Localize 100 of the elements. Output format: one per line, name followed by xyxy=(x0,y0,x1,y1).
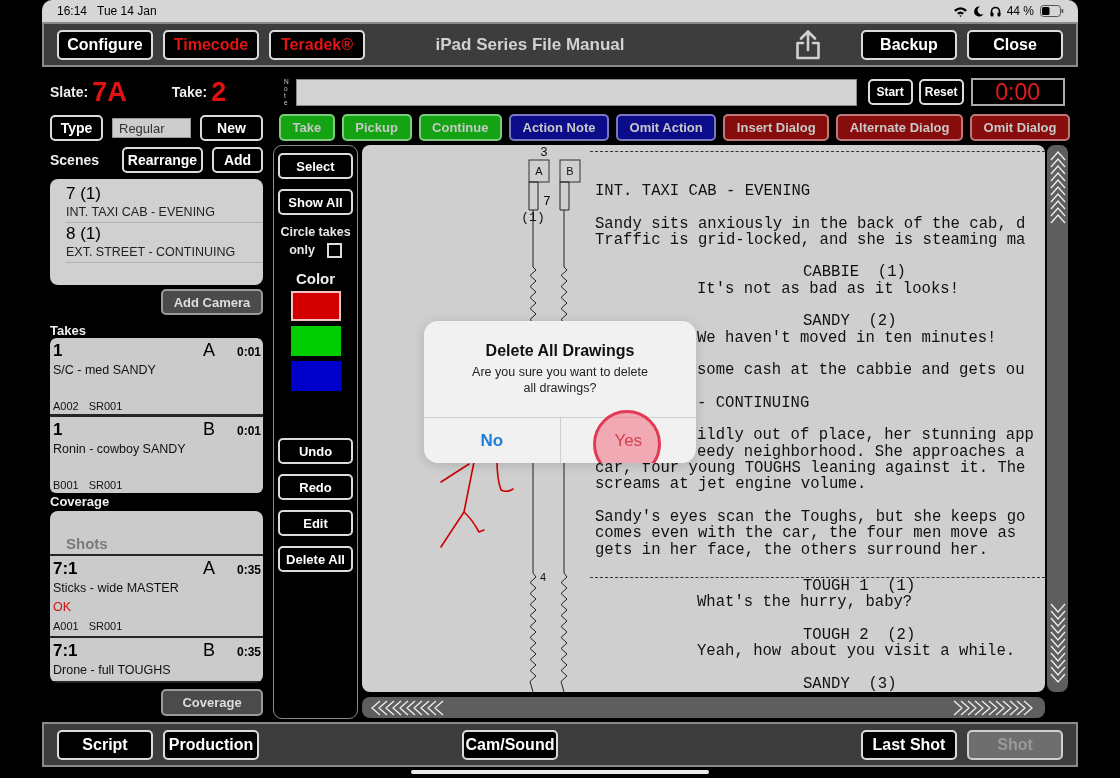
camera-letter: A xyxy=(202,558,215,579)
note-field[interactable] xyxy=(295,78,857,106)
battery-icon xyxy=(1040,5,1064,17)
slate-label: Slate: xyxy=(50,84,89,100)
take-description: S/C - med SANDY xyxy=(53,363,157,377)
script-line: TOUGH 1 (1) xyxy=(803,577,916,595)
circle-takes-label: only xyxy=(289,243,315,257)
no-button[interactable]: No xyxy=(474,430,510,451)
coverage-button[interactable]: Coverage xyxy=(161,689,263,716)
script-line: Sandy's eyes scan the Toughs, but she keeps go xyxy=(595,508,1026,526)
take-item[interactable]: 7:1 A 0:35 Sticks - wide MASTER OK A001 SR001 xyxy=(50,556,263,636)
setup-tag[interactable]: A xyxy=(528,159,550,183)
script-line: eedy neighborhood. She approaches a xyxy=(697,443,1025,461)
shots-header: Shots xyxy=(50,511,263,554)
script-line: SANDY (2) xyxy=(803,313,897,330)
toolbar-button[interactable]: Backup xyxy=(861,29,957,60)
script-line: ildly out of place, her stunning app xyxy=(697,427,1034,444)
take-description: Sticks - wide MASTER xyxy=(53,581,180,595)
start-button[interactable]: Start xyxy=(867,79,913,105)
camera-roll: B001 xyxy=(53,479,79,491)
color-swatch[interactable] xyxy=(290,326,341,356)
take-count-label: (1) xyxy=(522,210,545,225)
camera-roll: A001 xyxy=(53,620,79,632)
script-line: Traffic is grid-locked, and she is steaming ma xyxy=(595,231,1026,249)
type-button[interactable]: Type xyxy=(50,115,103,141)
tool-button[interactable]: Edit xyxy=(278,510,353,536)
script-line: Yeah, how about you visit a while. xyxy=(697,643,1016,660)
script-line: screams at jet engine volume. xyxy=(595,476,867,493)
sound-roll: SR001 xyxy=(88,620,123,632)
take-label: Take: xyxy=(171,84,208,100)
tag-button[interactable]: Omit Action xyxy=(616,114,717,141)
add-button[interactable]: Add xyxy=(212,147,263,173)
moon-icon xyxy=(973,5,984,17)
script-line: - CONTINUING xyxy=(697,394,810,412)
take-item[interactable]: 1 B 0:01 Ronin - cowboy SANDY B001 SR001 xyxy=(50,417,263,493)
sound-roll: SR001 xyxy=(88,479,123,491)
horizontal-scrollbar[interactable] xyxy=(362,697,1045,718)
checkbox[interactable] xyxy=(326,242,342,258)
script-line: Sandy sits anxiously in the back of the cab, d xyxy=(595,215,1026,232)
camera-roll: A002 xyxy=(53,400,79,412)
take-number: 7:1 xyxy=(53,559,78,579)
duration: 0:01 xyxy=(236,424,261,438)
toolbar-button[interactable]: Close xyxy=(967,29,1063,60)
tool-button[interactable]: Delete All xyxy=(278,546,353,572)
bottom-bar-button[interactable]: Cam/Sound xyxy=(462,729,558,760)
take-item[interactable]: 1 A 0:01 S/C - med SANDY A002 SR001 xyxy=(50,338,263,414)
script-line: INT. TAXI CAB - EVENING xyxy=(595,183,811,200)
duration: 0:01 xyxy=(236,345,261,359)
tool-button[interactable]: Select xyxy=(278,153,353,179)
type-field[interactable]: Regular xyxy=(112,118,191,138)
bottom-bar-button[interactable]: Last Shot xyxy=(861,729,957,760)
slate-number: 7A xyxy=(92,76,127,108)
take-item[interactable]: 7:1 B 0:35 Drone - full TOUGHS xyxy=(50,638,263,681)
scenes-label: Scenes xyxy=(50,152,100,168)
headphones-icon xyxy=(989,5,1001,17)
duration: 0:35 xyxy=(236,563,261,577)
reset-button[interactable]: Reset xyxy=(918,79,964,105)
script-line: CABBIE (1) xyxy=(803,264,906,281)
color-label: Color xyxy=(295,270,336,287)
take-description: Ronin - cowboy SANDY xyxy=(53,442,187,456)
rearrange-button[interactable]: Rearrange xyxy=(122,147,203,173)
tag-button[interactable]: Omit Dialog xyxy=(969,114,1071,141)
setup-tag[interactable]: B xyxy=(559,159,581,183)
toolbar-button[interactable]: Configure xyxy=(57,29,153,60)
scene-item[interactable]: 8 (1) EXT. STREET - CONTINUING xyxy=(66,223,263,263)
tag-button[interactable]: Alternate Dialog xyxy=(836,114,963,141)
tag-button[interactable]: Insert Dialog xyxy=(723,114,830,141)
script-line: What's the hurry, baby? xyxy=(697,594,913,611)
vertical-scrollbar[interactable] xyxy=(1047,145,1068,692)
tag-button[interactable]: Action Note xyxy=(508,114,609,141)
toolbar-button[interactable]: Timecode xyxy=(163,29,259,60)
tool-button[interactable]: Show All xyxy=(278,189,353,215)
script-line: some cash at the cabbie and gets ou xyxy=(697,362,1025,379)
take-number: 1 xyxy=(53,420,63,440)
bottom-bar-button[interactable]: Production xyxy=(163,729,259,760)
script-line: We haven't moved in ten minutes! xyxy=(697,329,997,346)
status-time: 16:14 xyxy=(57,4,88,18)
share-button[interactable] xyxy=(795,29,821,60)
dialog-title: Delete All Drawings xyxy=(485,342,635,360)
bottom-bar-button[interactable]: Script xyxy=(57,729,153,760)
take-description: Drone - full TOUGHS xyxy=(53,663,172,677)
toolbar-button[interactable]: Teradek® xyxy=(269,29,365,60)
add-camera-button[interactable]: Add Camera xyxy=(161,289,263,315)
take-number: 7:1 xyxy=(53,641,78,661)
take-number: 2 xyxy=(211,76,227,108)
app-title: iPad Series File Manual xyxy=(434,34,626,55)
scene-item[interactable]: 7 (1) INT. TAXI CAB - EVENING xyxy=(66,183,263,223)
take-number-label: 7 xyxy=(543,194,551,209)
tool-button[interactable]: Undo xyxy=(278,438,353,464)
battery-percentage: 44 % xyxy=(1006,4,1034,18)
script-line: SANDY (3) xyxy=(803,675,897,692)
tool-button[interactable]: Redo xyxy=(278,474,353,500)
color-swatch[interactable] xyxy=(290,361,341,391)
share-icon xyxy=(795,29,821,60)
new-button[interactable]: New xyxy=(200,115,263,141)
status-date: Tue 14 Jan xyxy=(97,4,157,18)
script-line: comes even with the car, the four men move as xyxy=(595,525,1017,542)
wifi-icon xyxy=(952,5,968,17)
script-line: TOUGH 2 (2) xyxy=(803,626,916,643)
color-swatch[interactable] xyxy=(290,291,341,321)
